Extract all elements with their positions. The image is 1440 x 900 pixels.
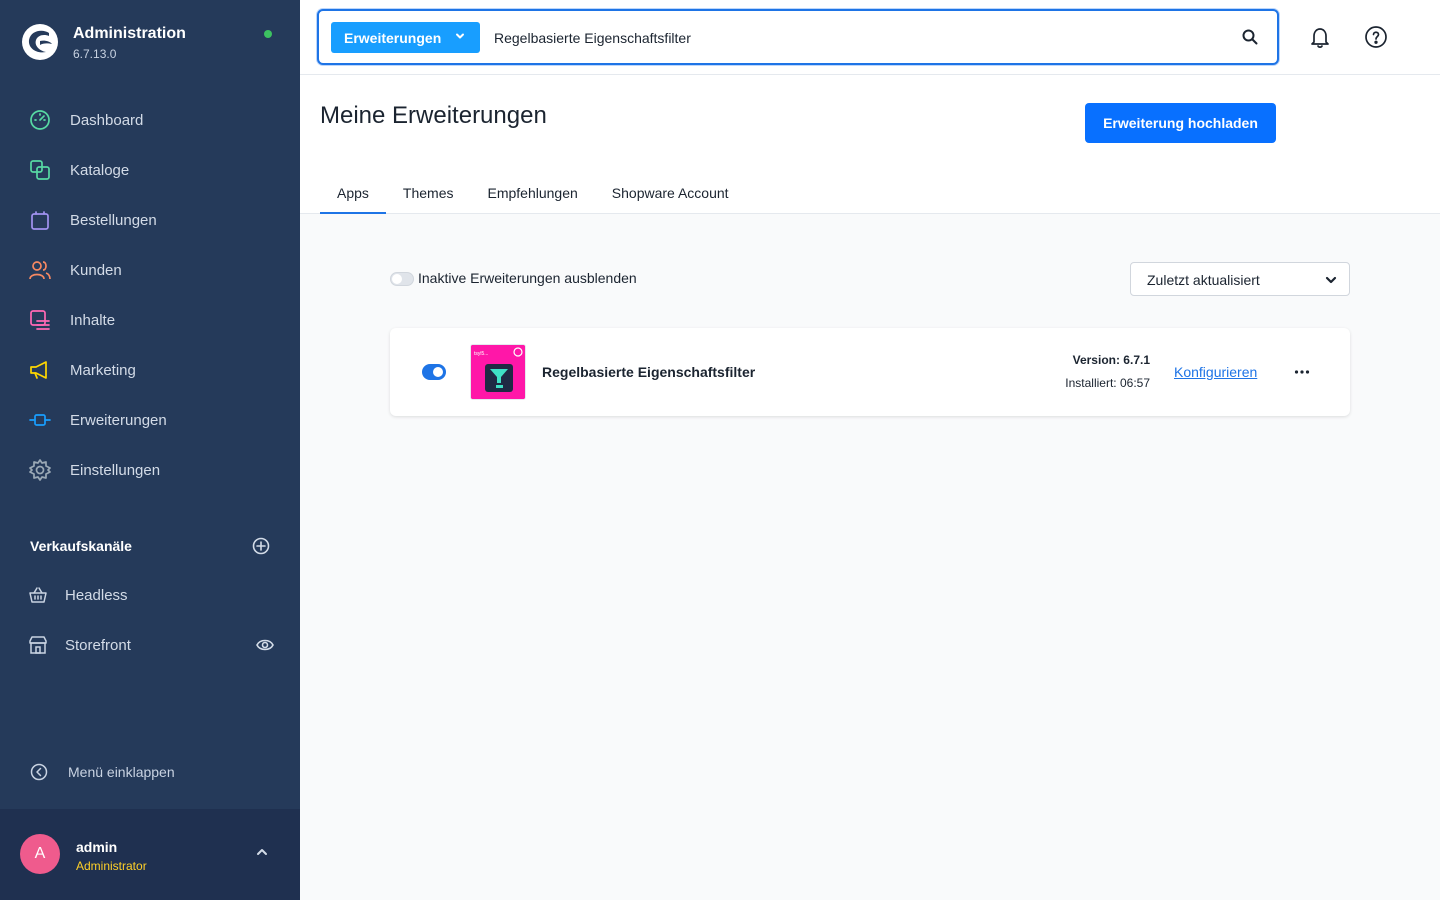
sidebar-item-label: Kunden: [70, 261, 122, 279]
sidebar-item-label: Dashboard: [70, 111, 144, 129]
shopware-logo-icon: [22, 24, 58, 60]
search-type-label: Erweiterungen: [344, 29, 442, 46]
sidebar-item-customers[interactable]: Kunden: [0, 245, 300, 295]
notifications-bell-icon[interactable]: [1308, 25, 1332, 49]
sidebar: Administration 6.7.13.0 Dashboard Katalo…: [0, 0, 300, 900]
content-icon: [29, 309, 51, 331]
main-navigation: Dashboard Kataloge Bestellungen Kunden I…: [0, 95, 300, 495]
search-type-dropdown[interactable]: Erweiterungen: [331, 22, 480, 53]
add-sales-channel-icon[interactable]: [252, 537, 270, 555]
page-title: Meine Erweiterungen: [320, 102, 547, 129]
search-icon[interactable]: [1241, 28, 1259, 46]
eye-icon[interactable]: [256, 638, 274, 652]
user-panel[interactable]: A admin Administrator: [0, 809, 300, 900]
extension-active-toggle[interactable]: [422, 364, 446, 380]
extensions-icon: [29, 409, 51, 431]
extension-tabs: Apps Themes Empfehlungen Shopware Accoun…: [320, 173, 746, 214]
sales-channels-header: Verkaufskanäle: [30, 537, 270, 555]
chevron-up-icon: [257, 849, 267, 855]
sales-channels-title: Verkaufskanäle: [30, 538, 132, 554]
sales-channel-headless[interactable]: Headless: [29, 580, 274, 610]
tab-shopware-account[interactable]: Shopware Account: [595, 173, 746, 214]
extension-installed: Installiert: 06:57: [1065, 376, 1150, 390]
extension-card: tsyl5... Regelbasierte Eigenschaftsfilte…: [390, 328, 1350, 416]
avatar: A: [20, 834, 60, 874]
tab-themes[interactable]: Themes: [386, 173, 471, 214]
orders-icon: [29, 209, 51, 231]
sidebar-item-label: Kataloge: [70, 161, 130, 179]
page-header: Meine Erweiterungen Erweiterung hochlade…: [300, 75, 1440, 214]
tab-recommendations[interactable]: Empfehlungen: [471, 173, 595, 214]
sidebar-item-label: Erweiterungen: [70, 411, 167, 429]
sidebar-item-dashboard[interactable]: Dashboard: [0, 95, 300, 145]
sales-channel-label: Headless: [65, 586, 128, 604]
basket-icon: [29, 587, 47, 603]
search-input[interactable]: [494, 24, 1194, 52]
help-icon[interactable]: [1364, 25, 1388, 49]
settings-icon: [29, 459, 51, 481]
extension-meta: Version: 6.7.1 Installiert: 06:57: [1065, 353, 1150, 390]
storefront-icon: [29, 636, 47, 654]
extension-name: Regelbasierte Eigenschaftsfilter: [542, 364, 756, 380]
status-indicator: [264, 30, 272, 38]
sidebar-item-orders[interactable]: Bestellungen: [0, 195, 300, 245]
sidebar-item-label: Marketing: [70, 361, 136, 379]
extension-logo-icon: tsyl5...: [471, 345, 525, 399]
app-title: Administration: [73, 25, 186, 42]
sort-select[interactable]: Zuletzt aktualisiert: [1130, 262, 1350, 296]
sidebar-item-settings[interactable]: Einstellungen: [0, 445, 300, 495]
sidebar-item-catalogs[interactable]: Kataloge: [0, 145, 300, 195]
global-search: Erweiterungen: [317, 9, 1279, 65]
dashboard-icon: [29, 109, 51, 131]
user-role: Administrator: [76, 859, 147, 873]
chevron-down-icon: [456, 33, 464, 39]
sort-select-value: Zuletzt aktualisiert: [1147, 272, 1260, 288]
marketing-icon: [29, 359, 51, 381]
hide-inactive-label: Inaktive Erweiterungen ausblenden: [418, 270, 637, 286]
tab-apps[interactable]: Apps: [320, 173, 386, 214]
more-horizontal-icon: [1294, 370, 1310, 374]
sales-channel-storefront[interactable]: Storefront: [29, 630, 274, 660]
chevron-left-circle-icon: [30, 763, 48, 781]
collapse-menu-button[interactable]: Menü einklappen: [30, 763, 175, 781]
upload-extension-button[interactable]: Erweiterung hochladen: [1085, 103, 1276, 143]
sidebar-item-label: Einstellungen: [70, 461, 161, 479]
customers-icon: [29, 259, 51, 281]
sidebar-item-extensions[interactable]: Erweiterungen: [0, 395, 300, 445]
sales-channel-label: Storefront: [65, 636, 131, 654]
user-name: admin: [76, 839, 118, 855]
extension-filters: Inaktive Erweiterungen ausblenden Zuletz…: [390, 262, 1350, 296]
extension-app-icon: tsyl5...: [470, 344, 526, 400]
sidebar-item-label: Inhalte: [70, 311, 116, 329]
sidebar-item-label: Bestellungen: [70, 211, 157, 229]
top-bar: Erweiterungen: [300, 0, 1440, 75]
extension-version: Version: 6.7.1: [1072, 353, 1150, 367]
catalog-icon: [29, 159, 51, 181]
hide-inactive-toggle[interactable]: [390, 272, 414, 286]
collapse-menu-label: Menü einklappen: [68, 764, 175, 780]
extension-logo-text: tsyl5...: [474, 351, 488, 357]
sidebar-item-marketing[interactable]: Marketing: [0, 345, 300, 395]
configure-link[interactable]: Konfigurieren: [1174, 364, 1257, 380]
chevron-down-icon: [1325, 276, 1337, 284]
app-version: 6.7.13.0: [73, 47, 117, 61]
more-actions-button[interactable]: [1290, 362, 1314, 382]
sidebar-item-content[interactable]: Inhalte: [0, 295, 300, 345]
brand: Administration 6.7.13.0: [22, 24, 186, 61]
